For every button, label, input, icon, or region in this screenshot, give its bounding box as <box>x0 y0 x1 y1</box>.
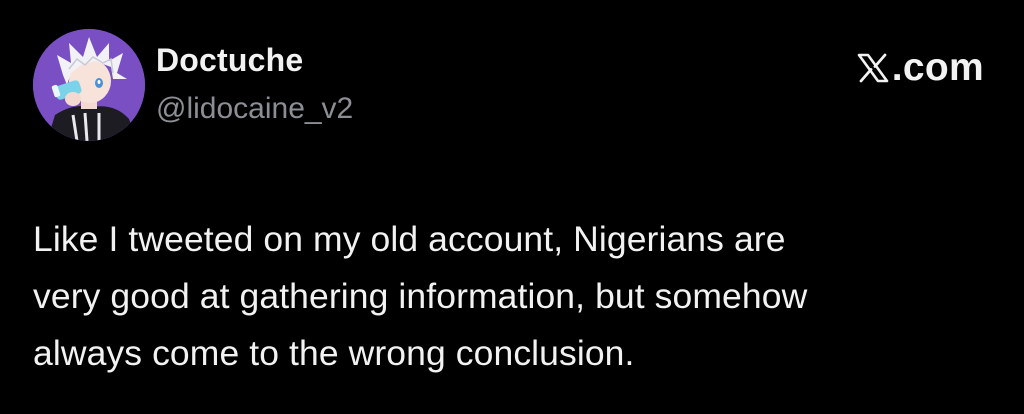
tweet-card: Doctuche @lidocaine_v2 .com Like I tweet… <box>0 0 1024 414</box>
tweet-text-line: very good at gathering information, but … <box>33 276 808 316</box>
tweet-text: Like I tweeted on my old account, Nigeri… <box>33 211 993 382</box>
display-name[interactable]: Doctuche <box>156 42 303 79</box>
x-watermark: .com <box>856 46 984 90</box>
tweet-text-line: Like I tweeted on my old account, Nigeri… <box>33 219 786 259</box>
avatar[interactable] <box>33 29 145 141</box>
x-logo-icon <box>856 51 890 85</box>
watermark-text: .com <box>891 46 984 89</box>
anime-avatar-icon <box>33 29 145 141</box>
user-handle[interactable]: @lidocaine_v2 <box>156 92 353 126</box>
tweet-text-line: always come to the wrong conclusion. <box>33 333 635 373</box>
